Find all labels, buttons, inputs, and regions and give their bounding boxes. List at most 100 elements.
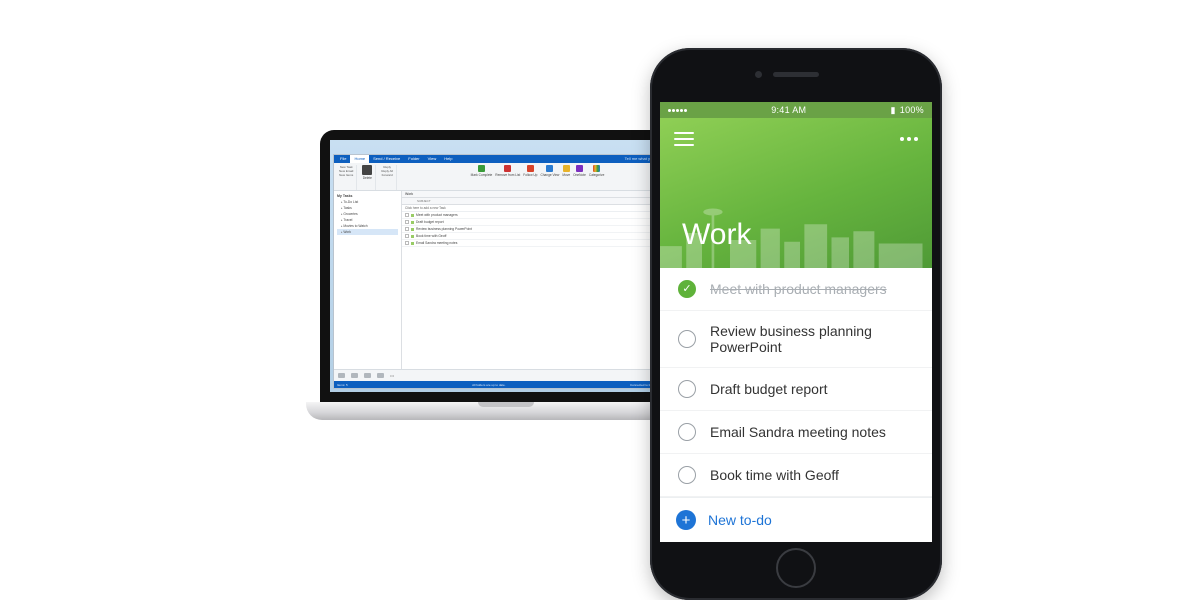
move-label: Move: [562, 173, 570, 177]
change-view-label: Change View: [540, 173, 559, 177]
sidebar-item-work[interactable]: Work: [337, 229, 398, 235]
home-button[interactable]: [776, 548, 816, 588]
col-subject: SUBJECT: [417, 199, 656, 203]
todo-text: Review business planning PowerPoint: [710, 323, 914, 355]
task-title: Review business planning PowerPoint: [416, 227, 660, 231]
categorize-label: Categorize: [589, 173, 604, 177]
move-button[interactable]: Move: [562, 165, 570, 177]
onenote-label: OneNote: [573, 173, 586, 177]
outlook-status-bar: Items: 5 All folders are up to date. Con…: [334, 381, 678, 388]
todo-item[interactable]: ✓ Meet with product managers: [660, 268, 932, 311]
todo-item[interactable]: Email Sandra meeting notes: [660, 411, 932, 454]
remove-from-list-button[interactable]: Remove from List: [495, 165, 520, 177]
task-row[interactable]: Meet with product managers None: [402, 212, 678, 219]
categorize-button[interactable]: Categorize: [589, 165, 604, 177]
task-row[interactable]: Book time with Geoff None: [402, 233, 678, 240]
laptop-device: File Home Send / Receive Folder View Hel…: [306, 130, 706, 470]
todo-item[interactable]: Draft budget report: [660, 368, 932, 411]
checkbox-done-icon[interactable]: ✓: [678, 280, 696, 298]
todo-text: Draft budget report: [710, 381, 828, 397]
tab-folder[interactable]: Folder: [404, 155, 423, 163]
todo-text: Email Sandra meeting notes: [710, 424, 886, 440]
task-title: Draft budget report: [416, 220, 660, 224]
checkbox-icon[interactable]: [405, 220, 409, 224]
new-todo-label: New to-do: [708, 512, 772, 528]
ribbon-group-new: New Task New Email New Items: [336, 165, 357, 190]
todo-text: Meet with product managers: [710, 281, 887, 297]
calendar-icon[interactable]: [351, 373, 358, 378]
sidebar-header: My Tasks: [337, 194, 398, 198]
todo-item[interactable]: Book time with Geoff: [660, 454, 932, 497]
task-title: Book time with Geoff: [416, 234, 660, 238]
more-icon[interactable]: [900, 137, 918, 141]
delete-button[interactable]: Delete: [362, 165, 372, 180]
delete-icon: [362, 165, 372, 175]
todo-text: Book time with Geoff: [710, 467, 839, 483]
outlook-task-pane: Work SUBJECT DUE DATE Click here to add …: [402, 191, 678, 369]
checkbox-icon[interactable]: [405, 227, 409, 231]
check-icon: [478, 165, 485, 172]
laptop-desktop: File Home Send / Receive Folder View Hel…: [330, 140, 682, 392]
change-view-button[interactable]: Change View: [540, 165, 559, 177]
checkbox-icon[interactable]: [405, 241, 409, 245]
ribbon-group-manage: Mark Complete Remove from List Follow Up: [399, 165, 676, 190]
task-row[interactable]: Email Sandra meeting notes None: [402, 240, 678, 247]
todo-list: ✓ Meet with product managers Review busi…: [660, 268, 932, 497]
tab-send-receive[interactable]: Send / Receive: [369, 155, 404, 163]
plus-icon: +: [676, 510, 696, 530]
tab-help[interactable]: Help: [440, 155, 456, 163]
outlook-ribbon: New Task New Email New Items Delete Repl…: [334, 163, 678, 191]
outlook-nav-footer: •••: [334, 369, 678, 381]
ribbon-group-delete: Delete: [359, 165, 376, 190]
tab-file[interactable]: File: [336, 155, 350, 163]
checkbox-icon[interactable]: [678, 380, 696, 398]
phone-camera: [755, 71, 762, 78]
folder-icon: [563, 165, 570, 172]
delete-label: Delete: [363, 176, 372, 180]
checkbox-icon[interactable]: [678, 330, 696, 348]
phone-screen: 9:41 AM ▮ 100%: [660, 102, 932, 542]
task-row[interactable]: Draft budget report None: [402, 219, 678, 226]
onenote-button[interactable]: OneNote: [573, 165, 586, 177]
task-title: Meet with product managers: [416, 213, 660, 217]
menu-icon[interactable]: [674, 132, 694, 146]
status-battery: 100%: [900, 105, 924, 115]
new-items-button[interactable]: New Items: [339, 173, 353, 177]
tab-view[interactable]: View: [424, 155, 441, 163]
category-icon: [411, 221, 414, 224]
view-icon: [546, 165, 553, 172]
status-time: 9:41 AM: [771, 105, 806, 115]
new-todo-button[interactable]: + New to-do: [660, 497, 932, 542]
forward-button[interactable]: Forward: [382, 173, 393, 177]
tab-home[interactable]: Home: [350, 155, 369, 163]
category-icon: [411, 235, 414, 238]
status-sync: All folders are up to date.: [472, 383, 505, 387]
follow-up-button[interactable]: Follow Up: [523, 165, 537, 177]
checkbox-icon[interactable]: [678, 423, 696, 441]
checkbox-icon[interactable]: [678, 466, 696, 484]
ios-status-bar: 9:41 AM ▮ 100%: [660, 102, 932, 118]
mail-icon[interactable]: [338, 373, 345, 378]
list-header: Work: [660, 118, 932, 268]
tasks-icon[interactable]: [377, 373, 384, 378]
categorize-icon: [593, 165, 600, 172]
task-title: Email Sandra meeting notes: [416, 241, 660, 245]
follow-up-label: Follow Up: [523, 173, 537, 177]
outlook-body: My Tasks To-Do List Tasks Groceries Trav…: [334, 191, 678, 369]
task-row[interactable]: Review business planning PowerPoint None: [402, 226, 678, 233]
add-task-input[interactable]: Click here to add a new Task: [402, 205, 678, 212]
status-item-count: Items: 5: [337, 383, 348, 387]
laptop-base: [306, 402, 706, 420]
mark-complete-button[interactable]: Mark Complete: [471, 165, 493, 177]
laptop-screen-frame: File Home Send / Receive Folder View Hel…: [320, 130, 692, 402]
phone-speaker: [773, 72, 819, 77]
outlook-sidebar: My Tasks To-Do List Tasks Groceries Trav…: [334, 191, 402, 369]
outlook-ribbon-tabs: File Home Send / Receive Folder View Hel…: [334, 155, 678, 163]
onenote-icon: [576, 165, 583, 172]
checkbox-icon[interactable]: [405, 234, 409, 238]
checkbox-icon[interactable]: [405, 213, 409, 217]
nav-more-icon[interactable]: •••: [390, 373, 394, 378]
people-icon[interactable]: [364, 373, 371, 378]
todo-item[interactable]: Review business planning PowerPoint: [660, 311, 932, 368]
task-list-title: Work: [402, 191, 678, 198]
